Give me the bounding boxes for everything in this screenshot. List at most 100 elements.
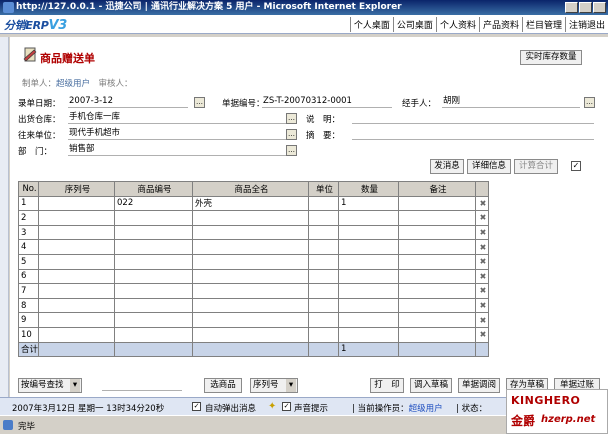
cell-remark[interactable] <box>398 312 476 328</box>
delete-row-icon[interactable]: ✖ <box>475 224 489 241</box>
cell-unit[interactable] <box>308 253 339 270</box>
nav-item-3[interactable]: 产品资料 <box>478 17 522 32</box>
cell-code[interactable] <box>114 210 193 226</box>
send-message-button[interactable]: 发消息 <box>430 159 464 174</box>
cell-remark[interactable] <box>398 268 476 285</box>
cell-remark[interactable] <box>398 297 476 314</box>
cell-code[interactable] <box>114 253 193 270</box>
cell-unit[interactable] <box>308 239 339 255</box>
cell-serial[interactable] <box>38 224 115 241</box>
serial-select[interactable]: 序列号 ▾ <box>250 378 298 393</box>
delete-row-icon[interactable]: ✖ <box>475 297 489 314</box>
cell-serial[interactable] <box>38 239 115 255</box>
handler-field[interactable]: 胡刚 <box>442 96 580 108</box>
cell-qty[interactable] <box>338 312 399 328</box>
cell-serial[interactable] <box>38 297 115 314</box>
detail-info-button[interactable]: 详细信息 <box>467 159 511 174</box>
cell-qty[interactable] <box>338 239 399 255</box>
auto-popup-checkbox[interactable]: ✓ <box>192 402 201 411</box>
nav-item-2[interactable]: 个人资料 <box>435 17 479 32</box>
cell-serial[interactable] <box>38 312 115 328</box>
note-field[interactable] <box>352 112 594 124</box>
cell-code[interactable] <box>114 312 193 328</box>
cell-remark[interactable] <box>398 239 476 255</box>
nav-item-0[interactable]: 个人桌面 <box>349 17 393 32</box>
cell-serial[interactable] <box>38 195 115 212</box>
cell-code[interactable] <box>114 297 193 314</box>
cell-qty[interactable] <box>338 268 399 285</box>
cell-code[interactable] <box>114 326 193 343</box>
entry-date-field[interactable]: 2007-3-12 <box>68 96 188 108</box>
cell-unit[interactable] <box>308 210 339 226</box>
sound-tip-checkbox[interactable]: ✓ <box>282 402 291 411</box>
cell-name[interactable] <box>192 210 309 226</box>
dept-picker-button[interactable]: … <box>286 145 297 156</box>
cell-remark[interactable] <box>398 253 476 270</box>
cell-name[interactable] <box>192 312 309 328</box>
cell-serial[interactable] <box>38 210 115 226</box>
warehouse-field[interactable]: 手机仓库一库 <box>68 112 290 124</box>
cell-serial[interactable] <box>38 268 115 285</box>
cell-serial[interactable] <box>38 326 115 343</box>
select-goods-button[interactable]: 选商品 <box>204 378 242 393</box>
sidebar-toggle[interactable] <box>0 37 9 397</box>
cell-unit[interactable] <box>308 224 339 241</box>
nav-item-1[interactable]: 公司桌面 <box>392 17 436 32</box>
cell-unit[interactable] <box>308 268 339 285</box>
cell-name[interactable] <box>192 268 309 285</box>
cell-code[interactable] <box>114 224 193 241</box>
cell-code[interactable] <box>114 239 193 255</box>
calc-total-checkbox[interactable]: ✓ <box>571 161 581 171</box>
nav-item-4[interactable]: 栏目管理 <box>521 17 565 32</box>
cell-qty[interactable] <box>338 283 399 299</box>
cell-qty[interactable] <box>338 326 399 343</box>
cell-code[interactable]: 022 <box>114 195 193 212</box>
cell-qty[interactable] <box>338 297 399 314</box>
cell-qty[interactable] <box>338 210 399 226</box>
cell-serial[interactable] <box>38 283 115 299</box>
partner-picker-button[interactable]: … <box>286 129 297 140</box>
cell-qty[interactable] <box>338 224 399 241</box>
cell-remark[interactable] <box>398 224 476 241</box>
cell-name[interactable] <box>192 224 309 241</box>
cell-name[interactable] <box>192 297 309 314</box>
delete-row-icon[interactable]: ✖ <box>475 312 489 328</box>
cell-qty[interactable]: 1 <box>338 195 399 212</box>
search-input[interactable] <box>102 379 182 391</box>
delete-row-icon[interactable]: ✖ <box>475 283 489 299</box>
delete-row-icon[interactable]: ✖ <box>475 253 489 270</box>
close-button[interactable] <box>593 2 606 13</box>
cell-remark[interactable] <box>398 326 476 343</box>
cell-remark[interactable] <box>398 210 476 226</box>
delete-row-icon[interactable]: ✖ <box>475 239 489 255</box>
summary-field[interactable] <box>352 128 594 140</box>
warehouse-picker-button[interactable]: … <box>286 113 297 124</box>
cell-name[interactable] <box>192 253 309 270</box>
cell-qty[interactable] <box>338 253 399 270</box>
entry-date-picker-button[interactable]: … <box>194 97 205 108</box>
cell-unit[interactable] <box>308 283 339 299</box>
delete-row-icon[interactable]: ✖ <box>475 268 489 285</box>
dept-field[interactable]: 销售部 <box>68 144 290 156</box>
minimize-button[interactable] <box>565 2 578 13</box>
delete-row-icon[interactable]: ✖ <box>475 210 489 226</box>
realtime-stock-button[interactable]: 实时库存数量 <box>520 50 582 65</box>
doc-no-field[interactable]: ZS-T-20070312-0001 <box>262 96 392 108</box>
cell-name[interactable] <box>192 239 309 255</box>
nav-item-5[interactable]: 注销退出 <box>564 17 608 32</box>
delete-row-icon[interactable]: ✖ <box>475 195 489 212</box>
cell-name[interactable]: 外壳 <box>192 195 309 212</box>
delete-row-icon[interactable]: ✖ <box>475 326 489 343</box>
cell-serial[interactable] <box>38 253 115 270</box>
cell-code[interactable] <box>114 283 193 299</box>
cell-unit[interactable] <box>308 195 339 212</box>
search-mode-select[interactable]: 按编号查找 ▾ <box>18 378 82 393</box>
cell-name[interactable] <box>192 326 309 343</box>
cell-unit[interactable] <box>308 297 339 314</box>
cell-unit[interactable] <box>308 312 339 328</box>
cell-remark[interactable] <box>398 195 476 212</box>
handler-picker-button[interactable]: … <box>584 97 595 108</box>
print-button[interactable]: 打 印 <box>370 378 404 393</box>
cell-unit[interactable] <box>308 326 339 343</box>
cell-remark[interactable] <box>398 283 476 299</box>
